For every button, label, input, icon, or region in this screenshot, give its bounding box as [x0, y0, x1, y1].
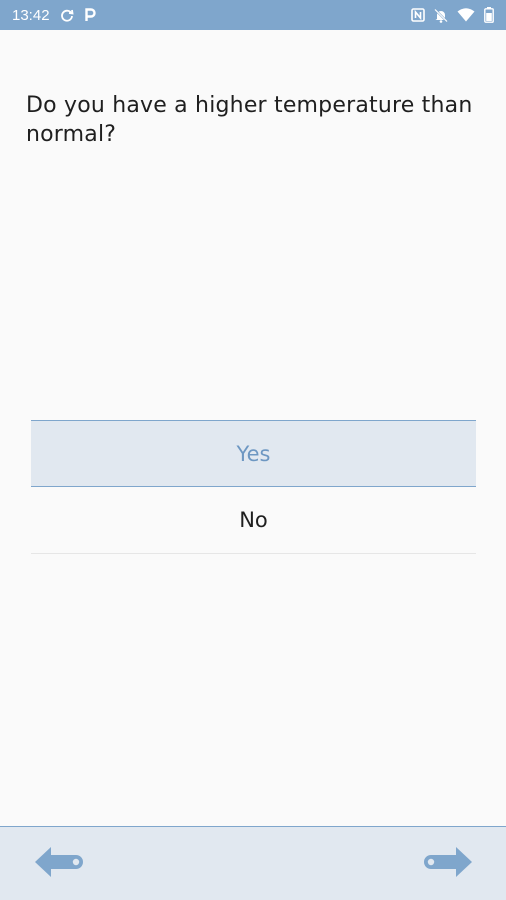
status-time: 13:42 — [12, 6, 50, 24]
status-left-group: 13:42 — [12, 7, 96, 24]
back-button[interactable] — [31, 844, 87, 884]
option-no[interactable]: No — [31, 487, 476, 554]
notifications-off-icon — [434, 8, 448, 23]
nfc-icon — [411, 8, 425, 22]
wifi-icon — [457, 8, 475, 22]
next-button[interactable] — [420, 844, 476, 884]
question-text: Do you have a higher temperature than no… — [26, 93, 473, 147]
arrow-left-icon — [32, 843, 86, 885]
option-no-label: No — [239, 508, 268, 532]
option-yes-label: Yes — [236, 441, 271, 466]
status-bar: 13:42 — [0, 0, 506, 30]
status-right-group — [411, 7, 494, 23]
parking-icon — [84, 8, 96, 22]
arrow-right-icon — [421, 843, 475, 885]
battery-icon — [484, 7, 494, 23]
option-yes[interactable]: Yes — [31, 420, 476, 487]
answer-options: Yes No — [31, 420, 476, 554]
sync-icon — [60, 8, 74, 22]
bottom-navigation-bar — [0, 826, 506, 900]
